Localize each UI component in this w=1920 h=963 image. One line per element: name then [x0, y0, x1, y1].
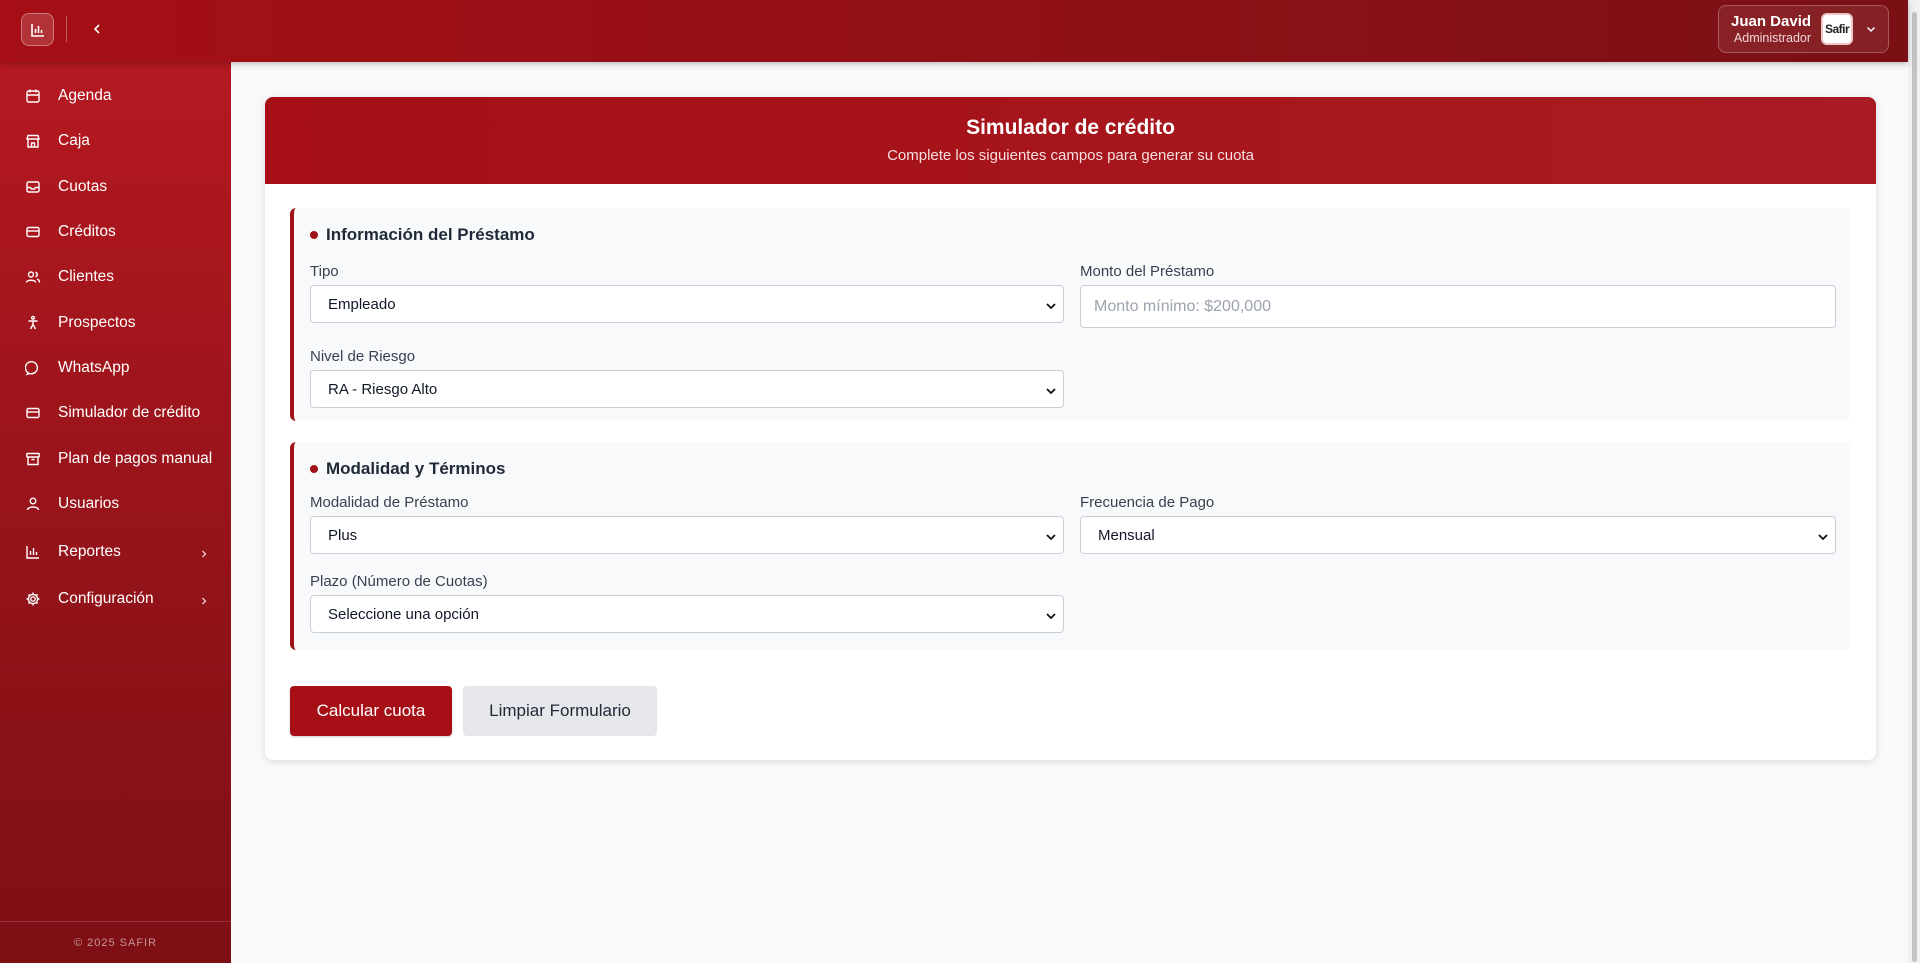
message-circle-icon — [24, 359, 42, 377]
sidebar-item-label: Caja — [58, 132, 90, 149]
bullet-dot-icon — [310, 465, 318, 473]
sidebar-item-label: Usuarios — [58, 495, 120, 512]
sidebar-item-label: Clientes — [58, 268, 114, 285]
chevron-down-icon — [1817, 530, 1829, 547]
topbar-divider — [66, 16, 67, 42]
avatar: Safir — [1821, 13, 1854, 45]
plazo-label: Plazo (Número de Cuotas) — [310, 573, 488, 590]
gear-icon — [24, 590, 42, 608]
tipo-select[interactable]: Empleado — [310, 285, 1064, 323]
frecuencia-label: Frecuencia de Pago — [1080, 494, 1215, 511]
frecuencia-select[interactable]: Mensual — [1080, 516, 1836, 554]
sidebar-item-label: Cuotas — [58, 178, 108, 195]
sidebar-item-caja[interactable]: Caja — [0, 121, 231, 161]
page-subtitle: Complete los siguientes campos para gene… — [887, 147, 1254, 164]
page-title: Simulador de crédito — [966, 116, 1175, 139]
section-title: Información del Préstamo — [310, 225, 535, 245]
sidebar-item-label: Configuración — [58, 590, 154, 607]
sidebar-item-label: Plan de pagos manual — [58, 450, 213, 467]
sidebar: Agenda Caja Cuotas Créditos Clientes Pro… — [0, 62, 231, 963]
bullet-dot-icon — [310, 231, 318, 239]
sidebar-item-label: Créditos — [58, 223, 116, 240]
dashboard-logo-button[interactable] — [21, 13, 54, 46]
users-icon — [24, 268, 42, 286]
collapse-sidebar-button[interactable] — [84, 16, 110, 42]
bar-chart-icon — [24, 543, 42, 561]
sidebar-item-label: Agenda — [58, 87, 112, 104]
sidebar-item-label: Reportes — [58, 543, 121, 560]
monto-input[interactable]: Monto mínimo: $200,000 — [1080, 285, 1836, 328]
section-title: Modalidad y Términos — [310, 459, 505, 479]
chevron-down-icon — [1865, 23, 1877, 35]
chevron-down-icon — [1045, 384, 1057, 401]
sidebar-item-configuracion[interactable]: Configuración — [0, 579, 231, 619]
loan-info-section: Información del Préstamo Tipo Empleado M… — [290, 208, 1850, 421]
monto-label: Monto del Préstamo — [1080, 263, 1215, 280]
user-icon — [24, 495, 42, 513]
monto-input-placeholder: Monto mínimo: $200,000 — [1094, 297, 1271, 315]
scrollbar-thumb[interactable] — [1912, 12, 1917, 962]
archive-icon — [24, 450, 42, 468]
sidebar-item-prospectos[interactable]: Prospectos — [0, 303, 231, 343]
sidebar-item-whatsapp[interactable]: WhatsApp — [0, 348, 231, 388]
sidebar-item-label: Prospectos — [58, 314, 136, 331]
person-standing-icon — [24, 314, 42, 332]
credit-simulator-card: Simulador de crédito Complete los siguie… — [265, 97, 1876, 760]
tipo-label: Tipo — [310, 263, 339, 280]
credit-card-icon — [24, 404, 42, 422]
chevron-left-icon — [93, 24, 100, 34]
clear-form-button[interactable]: Limpiar Formulario — [463, 686, 657, 736]
section-title-text: Modalidad y Términos — [326, 459, 506, 478]
chevron-down-icon — [1045, 530, 1057, 547]
calendar-icon — [24, 87, 42, 105]
riesgo-label: Nivel de Riesgo — [310, 348, 416, 365]
sidebar-item-usuarios[interactable]: Usuarios — [0, 484, 231, 524]
sidebar-item-agenda[interactable]: Agenda — [0, 76, 231, 116]
store-icon — [24, 132, 42, 150]
sidebar-item-clientes[interactable]: Clientes — [0, 257, 231, 297]
terms-section: Modalidad y Términos Modalidad de Présta… — [290, 442, 1850, 650]
credit-card-icon — [24, 223, 42, 241]
riesgo-select[interactable]: RA - Riesgo Alto — [310, 370, 1064, 408]
bar-chart-icon — [30, 23, 44, 37]
modalidad-select[interactable]: Plus — [310, 516, 1064, 554]
top-bar: Juan David Administrador Safir — [0, 0, 1908, 62]
section-title-text: Información del Préstamo — [326, 225, 535, 244]
inbox-icon — [24, 178, 42, 196]
frecuencia-select-value: Mensual — [1098, 526, 1155, 544]
sidebar-item-label: Simulador de crédito — [58, 404, 201, 421]
plazo-select[interactable]: Seleccione una opción — [310, 595, 1064, 633]
user-info: Juan David Administrador — [1731, 13, 1811, 46]
user-role: Administrador — [1733, 30, 1812, 45]
chevron-down-icon — [1045, 609, 1057, 626]
chevron-right-icon — [199, 593, 209, 611]
modalidad-select-value: Plus — [328, 526, 358, 544]
user-name: Juan David — [1731, 12, 1812, 30]
modalidad-label: Modalidad de Préstamo — [310, 494, 469, 511]
calculate-button[interactable]: Calcular cuota — [290, 686, 452, 736]
sidebar-item-simulador[interactable]: Simulador de crédito — [0, 393, 231, 433]
tipo-select-value: Empleado — [328, 295, 396, 313]
plazo-select-value: Seleccione una opción — [328, 605, 479, 623]
sidebar-item-plan-pagos[interactable]: Plan de pagos manual — [0, 439, 231, 479]
sidebar-item-label: WhatsApp — [58, 359, 130, 376]
sidebar-footer: © 2025 SAFIR — [0, 921, 231, 963]
riesgo-select-value: RA - Riesgo Alto — [328, 380, 438, 398]
sidebar-item-creditos[interactable]: Créditos — [0, 212, 231, 252]
chevron-down-icon — [1045, 299, 1057, 316]
user-menu[interactable]: Juan David Administrador Safir — [1718, 5, 1889, 53]
card-header: Simulador de crédito Complete los siguie… — [265, 97, 1876, 184]
sidebar-item-cuotas[interactable]: Cuotas — [0, 167, 231, 207]
sidebar-item-reportes[interactable]: Reportes — [0, 532, 231, 572]
chevron-right-icon — [199, 546, 209, 564]
